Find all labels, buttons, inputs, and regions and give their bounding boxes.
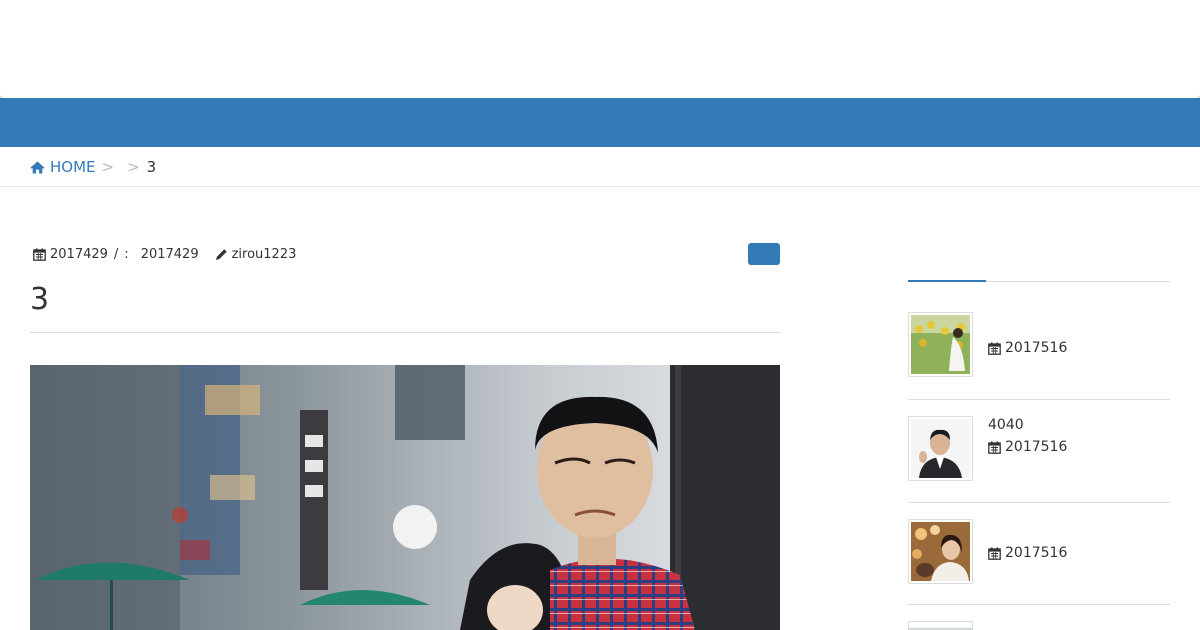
breadcrumb-current: 3 — [146, 158, 157, 176]
category-badge[interactable] — [748, 243, 780, 265]
sidebar-post-item[interactable]: 4040 2017516 — [908, 400, 1170, 503]
breadcrumb-home-link[interactable]: HOME — [30, 158, 96, 176]
sidebar-post-date: 2017516 — [1005, 545, 1068, 561]
sidebar-heading-rule — [908, 280, 1170, 282]
sidebar-post-item[interactable]: 2017516 — [908, 312, 1170, 400]
title-divider — [30, 332, 780, 333]
breadcrumb-divider — [0, 186, 1200, 187]
published-date: 2017429 — [50, 246, 108, 262]
breadcrumb-separator: > — [127, 158, 140, 176]
sidebar-post-thumbnail[interactable] — [908, 312, 973, 377]
date-separator: / — [113, 246, 119, 262]
sidebar-post-meta: 2017516 — [988, 545, 1067, 561]
site-header — [0, 0, 1200, 98]
calendar-icon — [988, 440, 1001, 454]
calendar-icon — [988, 341, 1001, 355]
sidebar-post-date: 2017516 — [1005, 340, 1068, 356]
home-icon — [30, 161, 45, 173]
updated-label: : — [124, 246, 129, 262]
breadcrumb-home-label: HOME — [50, 158, 96, 176]
sidebar-post-meta: 4040 2017516 — [988, 417, 1067, 455]
post-title: 3 — [30, 282, 50, 317]
calendar-icon — [33, 247, 46, 261]
eyecatch-image — [30, 365, 780, 630]
breadcrumb-separator: > — [101, 158, 115, 176]
sidebar-post-thumbnail[interactable] — [908, 519, 973, 584]
breadcrumb: HOME > > 3 — [30, 148, 156, 186]
sidebar-post-thumbnail[interactable] — [908, 416, 973, 481]
sidebar-post-thumbnail[interactable] — [908, 621, 973, 630]
sidebar-post-date: 2017516 — [1005, 439, 1068, 455]
sidebar-heading-accent — [908, 280, 986, 282]
sidebar-post-title[interactable]: 4040 — [988, 417, 1067, 433]
pencil-icon — [215, 248, 228, 261]
updated-date: 2017429 — [140, 246, 199, 262]
author-link[interactable]: zirou1223 — [232, 247, 297, 262]
sidebar-post-meta: 2017516 — [988, 340, 1067, 356]
entry-meta: 2017429 / : 2017429 zirou1223 — [33, 245, 296, 263]
sidebar-post-item[interactable]: 2017516 — [908, 503, 1170, 605]
calendar-icon — [988, 546, 1001, 560]
global-nav-bar — [0, 98, 1200, 147]
